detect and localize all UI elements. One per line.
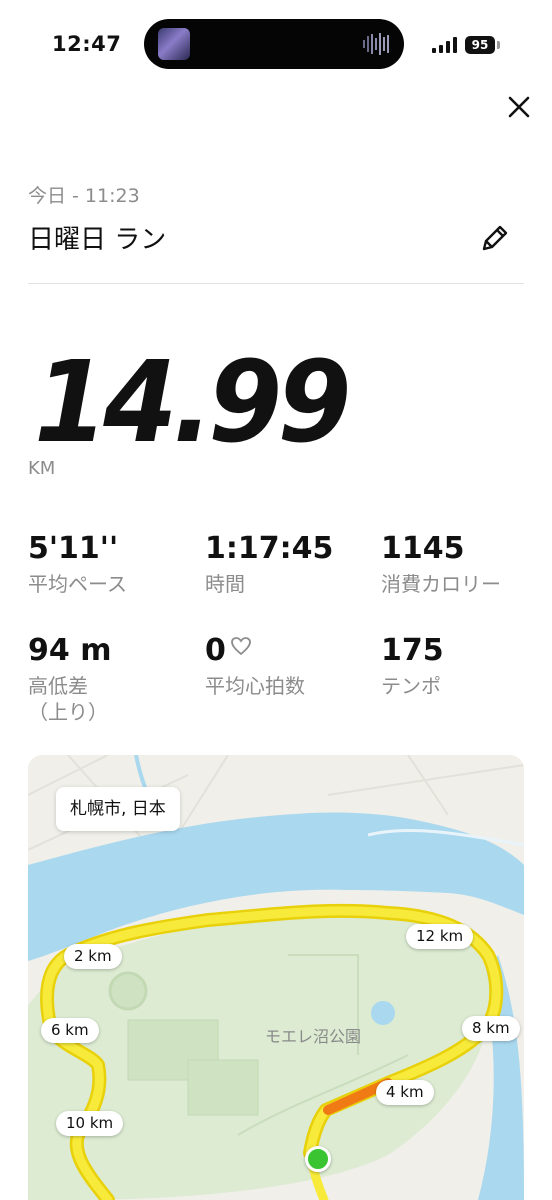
status-time: 12:47 [52,32,122,56]
park-label: モエレ沼公園 [265,1027,362,1046]
heart-outline-icon [230,637,251,656]
km-marker-4: 4 km [376,1080,434,1105]
km-marker-2: 2 km [64,944,122,969]
stat-cadence: 175 テンポ [381,633,551,699]
stat-duration: 1:17:45 時間 [205,531,375,597]
location-badge: 札幌市, 日本 [56,787,180,831]
now-playing-artwork-icon [158,28,190,60]
start-point-marker [305,1146,331,1172]
activity-title: 日曜日 ラン [28,225,167,255]
km-marker-6: 6 km [41,1018,99,1043]
dynamic-island[interactable] [144,19,404,69]
pencil-icon[interactable] [478,221,512,255]
battery-icon: 95 [465,36,495,54]
stat-value: 94 m [28,633,112,668]
stat-value: 0 [205,633,375,669]
stat-calories: 1145 消費カロリー [381,531,551,597]
stat-value: 1:17:45 [205,531,334,566]
stat-label: 消費カロリー [381,572,501,596]
audio-waveform-icon [363,33,389,55]
stat-avg-pace: 5'11'' 平均ペース [28,531,198,597]
status-bar: 12:47 95 [0,0,552,90]
distance-unit: KM [28,458,56,479]
stat-label: 高低差 （上り） [28,674,108,724]
stat-label: 平均心拍数 [205,674,305,698]
heart-rate-value: 0 [205,633,226,668]
km-marker-8: 8 km [462,1016,520,1041]
distance-value: 14.99 [34,338,352,468]
activity-date: 今日 - 11:23 [28,185,140,207]
route-map[interactable]: 札幌市, 日本 モエレ沼公園 2 km 4 km 6 km 8 km 10 km… [28,755,524,1200]
stat-elevation-gain: 94 m 高低差 （上り） [28,633,198,725]
km-marker-10: 10 km [56,1111,124,1136]
stat-value: 175 [381,633,444,668]
stat-label: テンポ [381,674,441,698]
stat-value: 1145 [381,531,465,566]
battery-tip [497,41,500,49]
stat-value: 5'11'' [28,531,119,566]
stat-avg-heart-rate: 0 平均心拍数 [205,633,375,699]
stat-label: 時間 [205,572,245,596]
close-icon[interactable] [504,92,534,122]
stat-label: 平均ペース [28,572,127,596]
divider [28,283,524,284]
cellular-signal-icon [432,37,457,53]
km-marker-12: 12 km [406,924,474,949]
